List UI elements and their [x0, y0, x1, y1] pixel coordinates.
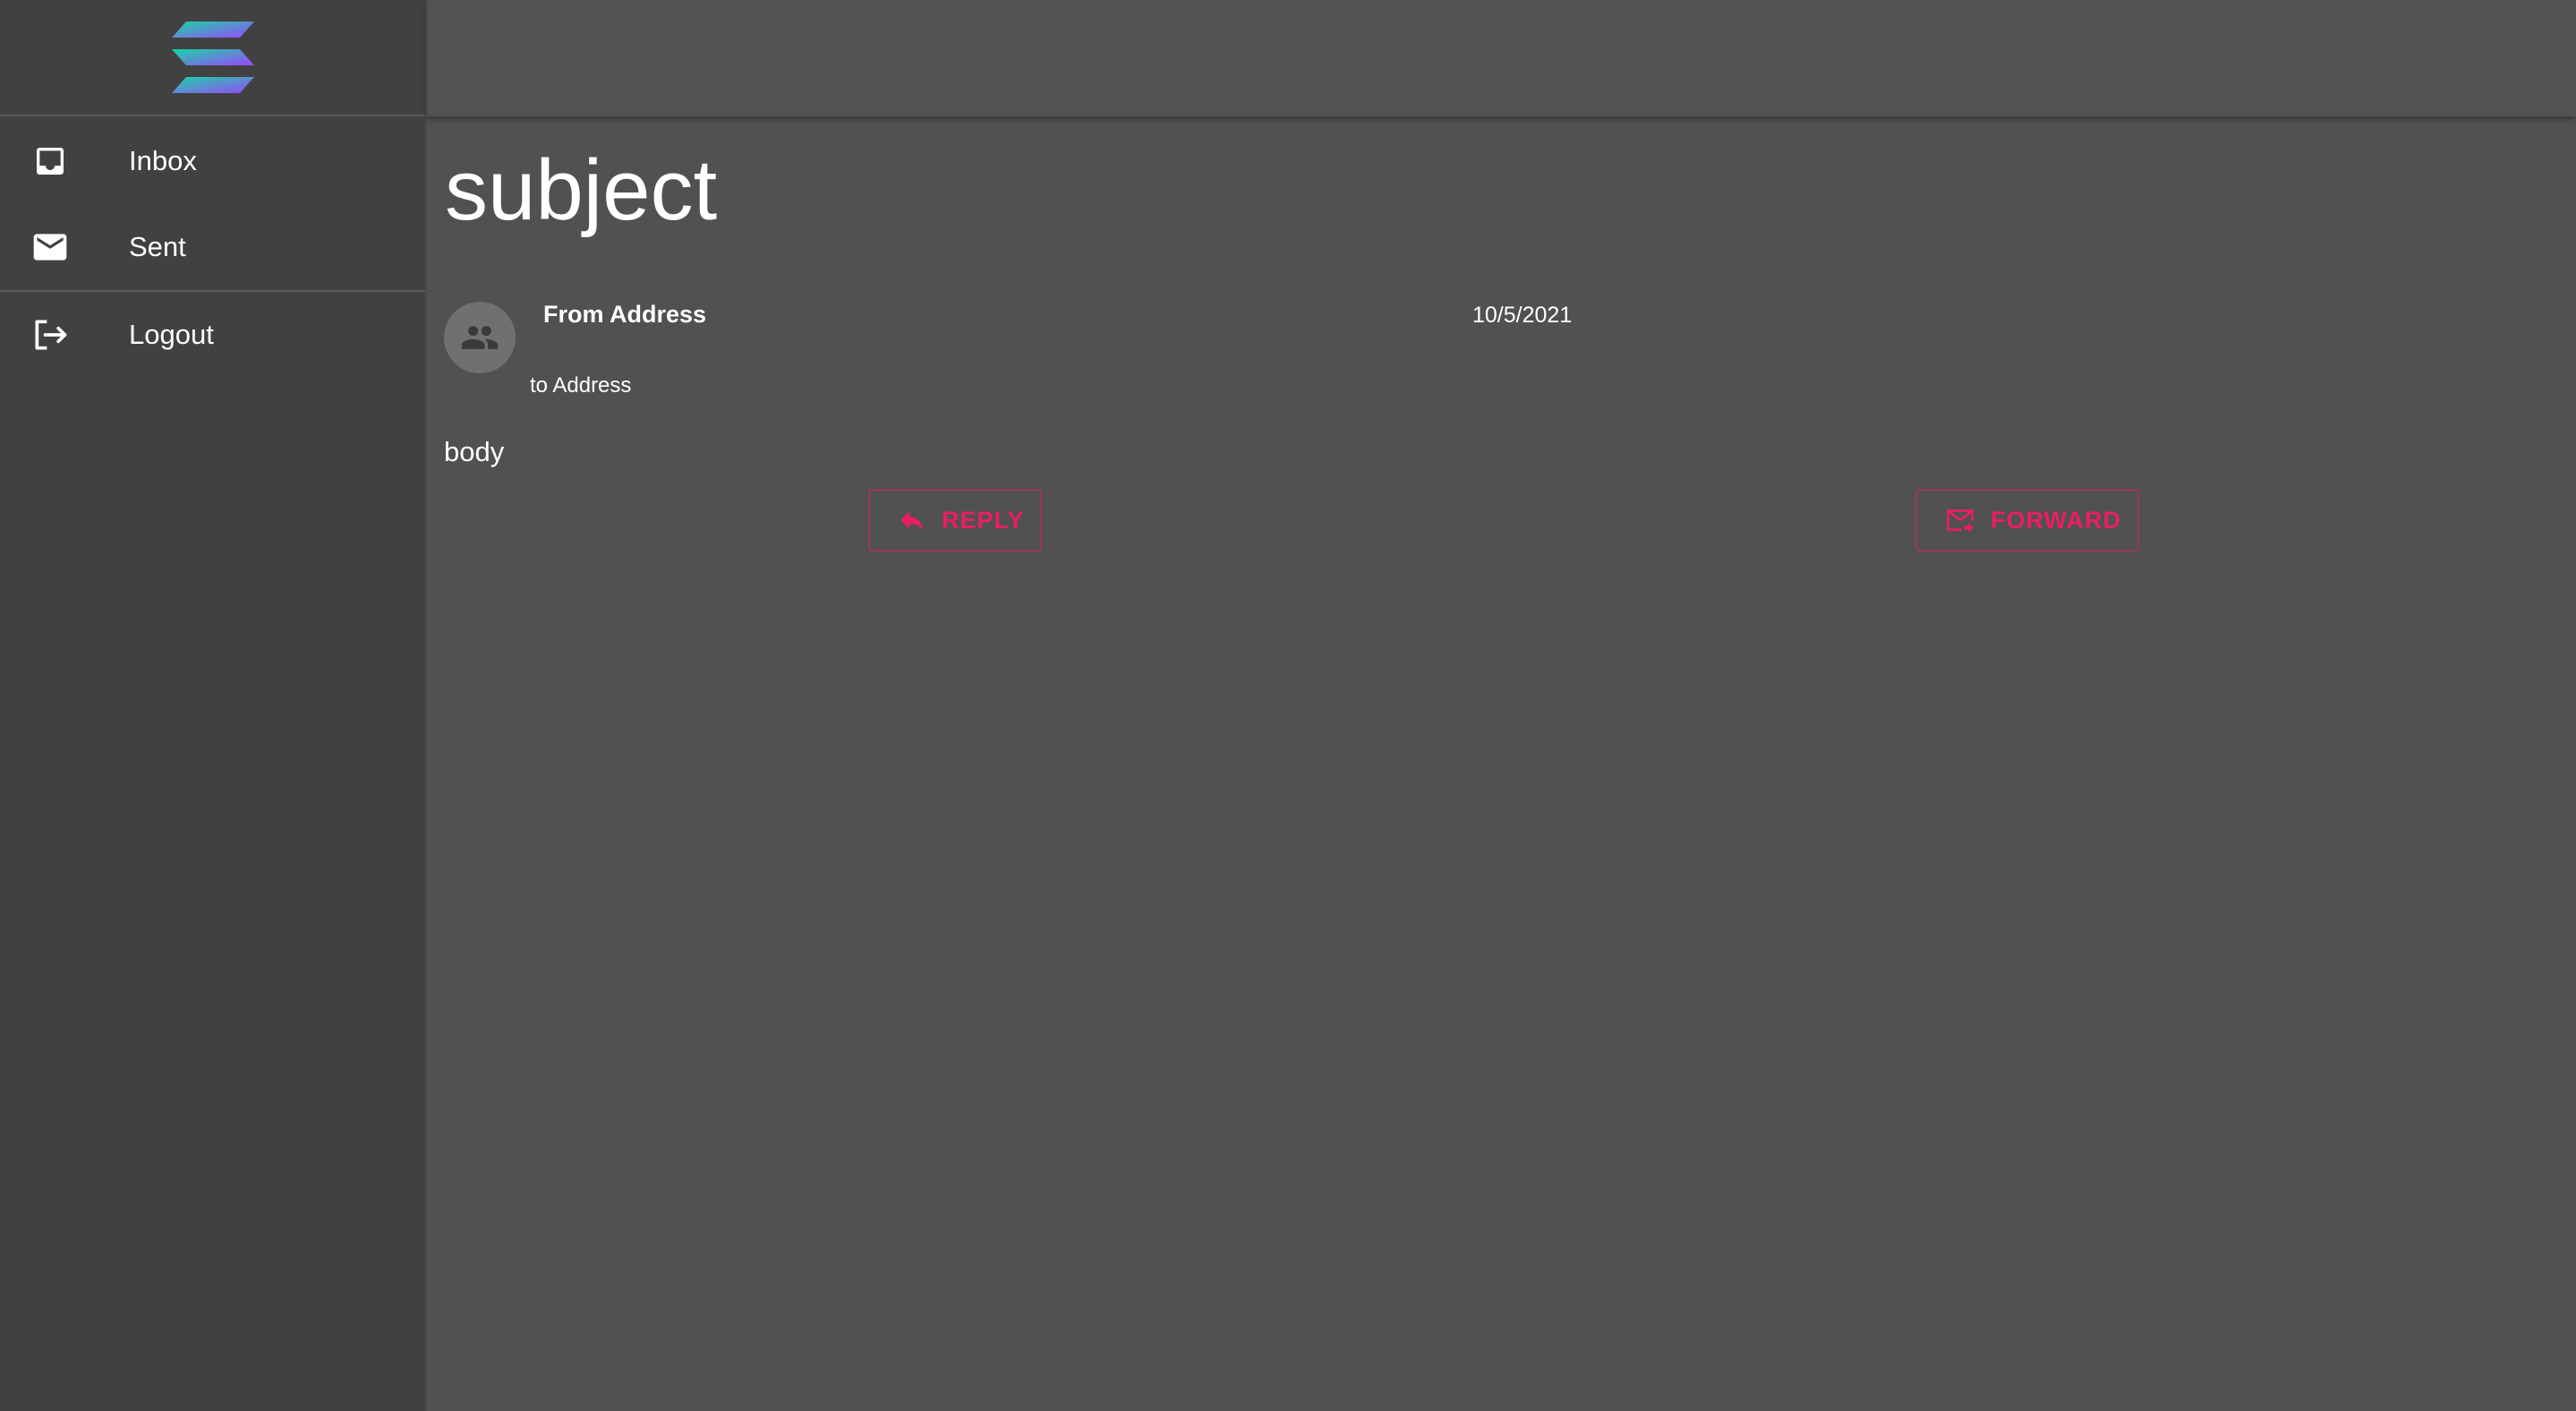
- sidebar: Inbox Sent Logout: [0, 0, 427, 1411]
- sidebar-item-sent[interactable]: Sent: [0, 204, 425, 290]
- email-view: subject From Address 10/5/2021 to Addres…: [427, 116, 2576, 1411]
- solana-logo: [171, 21, 254, 93]
- avatar: [444, 302, 516, 373]
- forward-button-label: FORWARD: [1991, 506, 2121, 534]
- sidebar-item-logout[interactable]: Logout: [0, 292, 425, 378]
- inbox-icon: [30, 141, 70, 181]
- logout-icon: [30, 315, 70, 355]
- mail-icon: [30, 227, 70, 267]
- reply-icon: [897, 504, 927, 536]
- email-date: 10/5/2021: [1472, 303, 1573, 328]
- reply-button[interactable]: REPLY: [868, 489, 1042, 552]
- forward-button[interactable]: FORWARD: [1915, 489, 2139, 552]
- sidebar-item-label: Logout: [129, 319, 214, 350]
- app-window: Inbox Sent Logout subject From Address 1…: [0, 0, 2576, 1411]
- top-app-bar: [427, 0, 2576, 116]
- forward-mail-icon: [1944, 504, 1976, 536]
- email-subject: subject: [445, 142, 718, 238]
- people-icon: [461, 326, 499, 349]
- email-body: body: [444, 436, 505, 467]
- sidebar-item-label: Inbox: [129, 145, 197, 176]
- logo-area: [0, 0, 425, 116]
- sidebar-item-inbox[interactable]: Inbox: [0, 118, 425, 204]
- reply-button-label: REPLY: [942, 506, 1025, 534]
- sidebar-item-label: Sent: [129, 231, 186, 262]
- to-address: to Address: [530, 373, 632, 398]
- from-address: From Address: [543, 301, 707, 328]
